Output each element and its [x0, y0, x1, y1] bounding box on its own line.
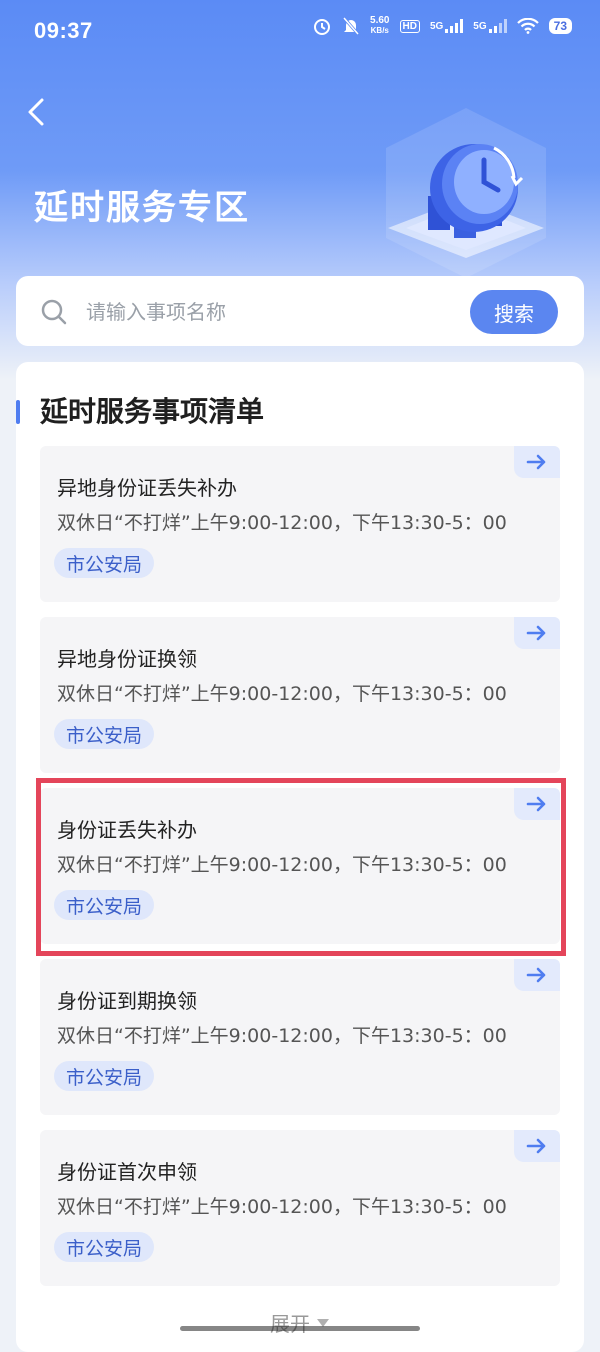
battery-indicator: 73: [548, 18, 572, 34]
department-tag: 市公安局: [54, 719, 155, 749]
search-button[interactable]: 搜索: [470, 290, 558, 334]
arrow-right-icon: [526, 454, 546, 470]
clock-illustration-icon: [376, 108, 556, 278]
sim1-label: 5G: [429, 20, 444, 32]
chevron-left-icon: [28, 98, 44, 126]
item-arrow-button[interactable]: [514, 617, 560, 649]
item-hours: 双休日“不打烊”上午9:00-12:00，下午13:30-5：00: [57, 512, 507, 534]
arrow-right-icon: [526, 625, 546, 641]
department-tag: 市公安局: [54, 548, 155, 578]
search-icon: [40, 298, 68, 330]
wifi-icon: [516, 18, 539, 34]
item-title: 身份证首次申领: [57, 1160, 197, 1184]
home-indicator[interactable]: [180, 1326, 420, 1331]
search-input[interactable]: [84, 294, 468, 330]
item-arrow-button[interactable]: [514, 1130, 560, 1162]
item-arrow-button[interactable]: [514, 446, 560, 478]
mute-icon: [342, 16, 360, 36]
list-title: 延时服务事项清单: [40, 395, 265, 428]
net-speed-unit: KB/s: [370, 26, 389, 35]
service-item-3[interactable]: 身份证到期换领 双休日“不打烊”上午9:00-12:00，下午13:30-5：0…: [40, 959, 560, 1115]
hd-badge: HD: [399, 19, 420, 33]
net-speed-value: 5.60: [370, 15, 390, 26]
item-hours: 双休日“不打烊”上午9:00-12:00，下午13:30-5：00: [57, 683, 507, 705]
signal-sim2-icon: 5G: [473, 19, 507, 33]
highlight-box: [36, 778, 566, 956]
service-item-1[interactable]: 异地身份证换领 双休日“不打烊”上午9:00-12:00，下午13:30-5：0…: [40, 617, 560, 773]
search-bar: 搜索: [16, 276, 584, 346]
service-item-0[interactable]: 异地身份证丢失补办 双休日“不打烊”上午9:00-12:00，下午13:30-5…: [40, 446, 560, 602]
arrow-right-icon: [526, 967, 546, 983]
status-icons: 5.60 KB/s HD 5G 5G 73: [312, 16, 572, 36]
arrow-right-icon: [526, 1138, 546, 1154]
status-bar: 09:37 5.60 KB/s HD 5G 5G 73: [0, 0, 600, 64]
signal-sim1-icon: 5G: [429, 19, 464, 33]
department-tag: 市公安局: [54, 1232, 155, 1262]
back-button[interactable]: [22, 92, 52, 132]
item-arrow-button[interactable]: [514, 959, 560, 991]
alarm-icon: [312, 16, 332, 36]
item-title: 异地身份证丢失补办: [57, 476, 237, 500]
page-title: 延时服务专区: [34, 188, 250, 228]
sim2-label: 5G: [473, 20, 487, 32]
service-item-4[interactable]: 身份证首次申领 双休日“不打烊”上午9:00-12:00，下午13:30-5：0…: [40, 1130, 560, 1286]
item-title: 身份证到期换领: [57, 989, 197, 1013]
item-hours: 双休日“不打烊”上午9:00-12:00，下午13:30-5：00: [57, 1025, 507, 1047]
status-time: 09:37: [34, 18, 93, 43]
item-title: 异地身份证换领: [57, 647, 197, 671]
title-accent-bar: [16, 400, 20, 424]
department-tag: 市公安局: [54, 1061, 155, 1091]
item-hours: 双休日“不打烊”上午9:00-12:00，下午13:30-5：00: [57, 1196, 507, 1218]
network-speed: 5.60 KB/s: [370, 16, 389, 36]
